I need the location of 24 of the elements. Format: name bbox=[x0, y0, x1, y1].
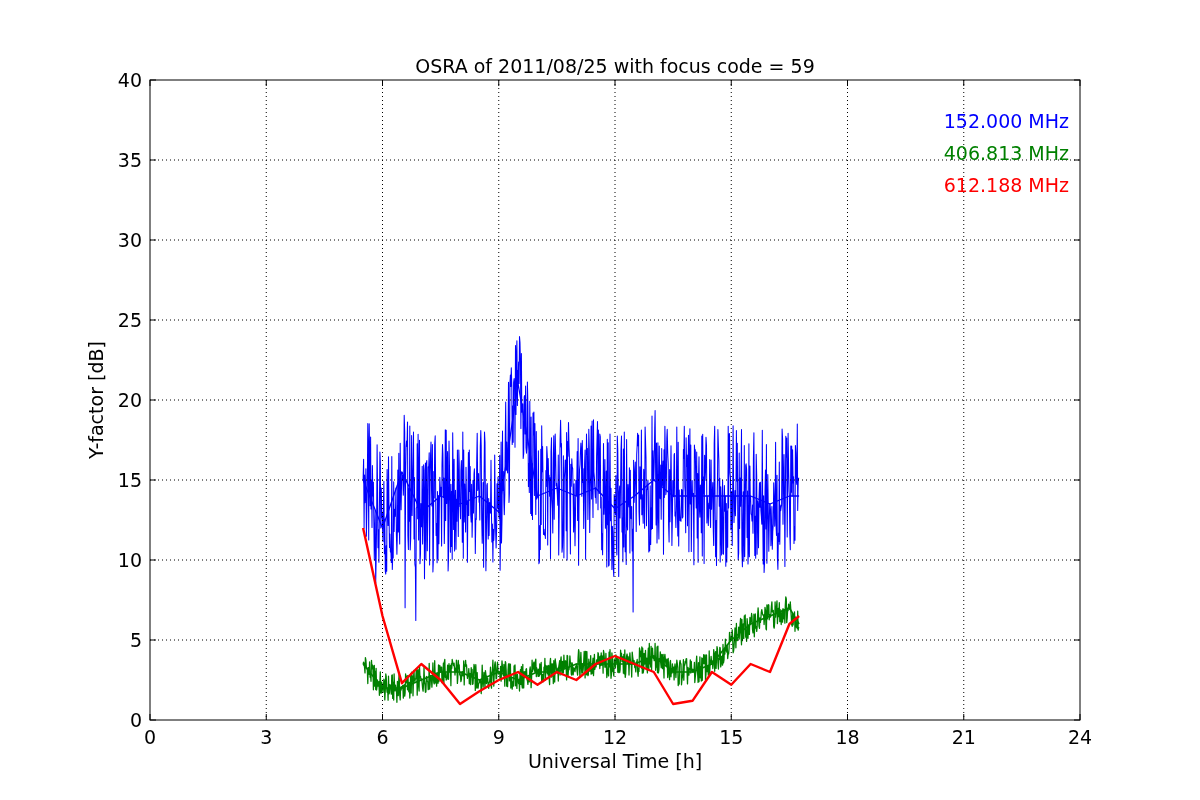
chart-title: OSRA of 2011/08/25 with focus code = 59 bbox=[415, 55, 815, 77]
tick-label: 5 bbox=[129, 629, 142, 651]
tick-label: 25 bbox=[117, 309, 142, 331]
tick-label: 15 bbox=[719, 726, 744, 748]
tick-label: 10 bbox=[117, 549, 142, 571]
legend-label: 612.188 MHz bbox=[943, 174, 1069, 196]
tick-label: 3 bbox=[260, 726, 273, 748]
tick-label: 0 bbox=[143, 726, 157, 748]
tick-label: 40 bbox=[117, 69, 142, 91]
tick-label: 24 bbox=[1067, 726, 1093, 748]
tick-label: 30 bbox=[117, 229, 142, 251]
legend-label: 406.813 MHz bbox=[943, 142, 1069, 164]
y-axis-label: Y-factor [dB] bbox=[85, 341, 107, 459]
tick-label: 15 bbox=[117, 469, 142, 491]
tick-label: 35 bbox=[117, 149, 142, 171]
tick-label: 6 bbox=[376, 726, 389, 748]
tick-label: 20 bbox=[117, 389, 142, 411]
x-axis-label: Universal Time [h] bbox=[527, 750, 703, 772]
tick-label: 12 bbox=[602, 726, 628, 748]
tick-label: 21 bbox=[951, 726, 976, 748]
tick-label: 18 bbox=[835, 726, 860, 748]
tick-label: 9 bbox=[492, 726, 505, 748]
legend-label: 152.000 MHz bbox=[943, 110, 1069, 132]
tick-label: 0 bbox=[129, 709, 142, 731]
